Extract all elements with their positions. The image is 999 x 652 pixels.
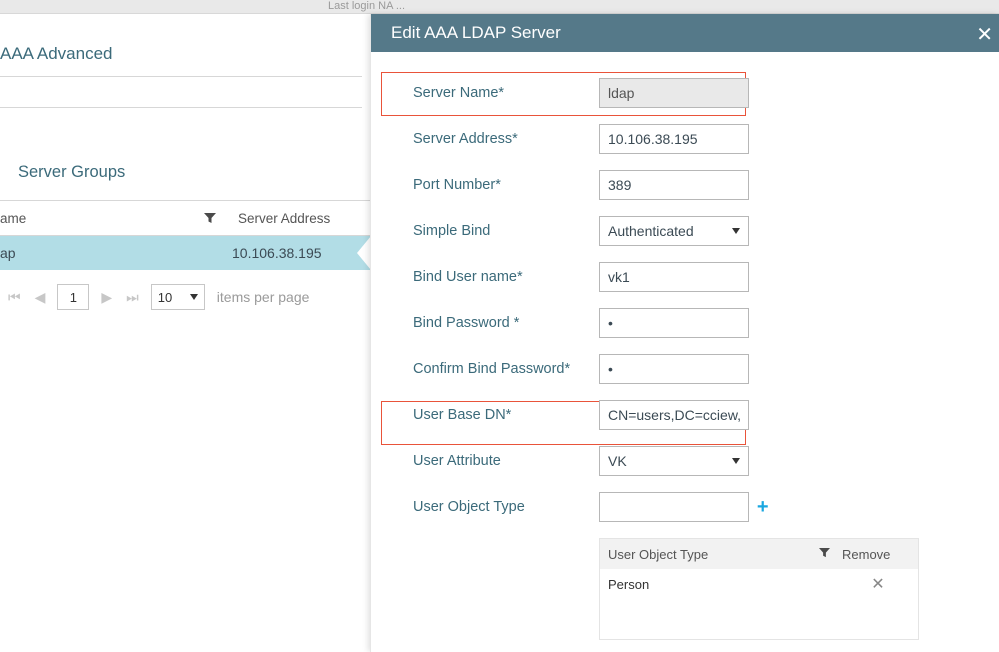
pager-size-select[interactable]: 10 (151, 284, 205, 310)
server-groups-heading: Server Groups (0, 163, 370, 182)
pager-per-page-label: items per page (217, 289, 310, 305)
row-server-address: Server Address* (413, 124, 983, 154)
dialog-title-bar: Edit AAA LDAP Server ✕ (371, 14, 999, 52)
pager-prev-icon[interactable]: ◀ (33, 289, 48, 306)
port-number-input[interactable] (599, 170, 749, 200)
base-dn-input[interactable] (599, 400, 749, 430)
simple-bind-value: Authenticated (608, 223, 694, 239)
top-bar: Last login NA ... (0, 0, 999, 14)
simple-bind-select[interactable]: Authenticated (599, 216, 749, 246)
label-base-dn: User Base DN* (413, 407, 599, 423)
ldap-form: Server Name* Server Address* Port Number… (371, 52, 999, 652)
obj-table-header: User Object Type Remove (600, 539, 918, 569)
col-name-label: ame (0, 211, 26, 226)
label-user-object-type: User Object Type (413, 499, 599, 515)
user-attribute-select[interactable]: VK (599, 446, 749, 476)
pager-size-value: 10 (158, 290, 172, 305)
row-confirm-password: Confirm Bind Password* (413, 354, 983, 384)
obj-col-type[interactable]: User Object Type (608, 547, 708, 562)
label-port-number: Port Number* (413, 177, 599, 193)
obj-row-value: Person (600, 577, 838, 592)
row-caret-icon (357, 236, 371, 270)
pager-next-icon[interactable]: ▶ (99, 289, 114, 306)
label-bind-password: Bind Password * (413, 315, 599, 331)
breadcrumb[interactable]: AAA Advanced (0, 14, 362, 77)
col-address[interactable]: Server Address (230, 211, 370, 226)
bind-username-input[interactable] (599, 262, 749, 292)
remove-row-button[interactable]: ✕ (838, 574, 918, 594)
add-object-type-button[interactable]: + (757, 496, 769, 518)
left-panel: AAA Advanced Server Groups ame Server Ad… (0, 14, 370, 652)
last-login-text: Last login NA ... (328, 0, 405, 12)
label-user-attribute: User Attribute (413, 453, 599, 469)
bind-password-input[interactable] (599, 308, 749, 338)
label-simple-bind: Simple Bind (413, 223, 599, 239)
pager-last-icon[interactable]: ⏭ (124, 289, 141, 306)
obj-col-remove: Remove (838, 547, 918, 562)
server-address-input[interactable] (599, 124, 749, 154)
row-user-attribute: User Attribute VK (413, 446, 983, 476)
label-confirm-password: Confirm Bind Password* (413, 361, 599, 377)
divider (0, 107, 362, 108)
user-attribute-value: VK (608, 453, 627, 469)
row-server-name: Server Name* (413, 78, 983, 108)
row-bind-username: Bind User name* (413, 262, 983, 292)
row-base-dn: User Base DN* (413, 400, 983, 430)
cell-address: 10.106.38.195 (232, 245, 370, 261)
dialog-title: Edit AAA LDAP Server (391, 23, 561, 43)
label-server-address: Server Address* (413, 131, 599, 147)
row-user-object-type: User Object Type + (413, 492, 983, 522)
chevron-down-icon (732, 228, 740, 234)
obj-table-row: Person ✕ (600, 569, 918, 599)
row-bind-password: Bind Password * (413, 308, 983, 338)
close-icon[interactable]: ✕ (976, 22, 993, 47)
edit-ldap-dialog: Edit AAA LDAP Server ✕ Server Name* Serv… (370, 14, 999, 652)
col-name[interactable]: ame (0, 211, 200, 226)
col-address-label: Server Address (238, 211, 330, 226)
server-name-input[interactable] (599, 78, 749, 108)
label-bind-username: Bind User name* (413, 269, 599, 285)
table-header-row: ame Server Address (0, 200, 370, 236)
pager-first-icon[interactable]: ⏮ (6, 289, 23, 306)
user-object-type-input[interactable] (599, 492, 749, 522)
chevron-down-icon (732, 458, 740, 464)
row-simple-bind: Simple Bind Authenticated (413, 216, 983, 246)
filter-icon[interactable] (204, 211, 216, 226)
user-object-type-table: User Object Type Remove Person ✕ (599, 538, 919, 640)
pager: ⏮ ◀ 1 ▶ ⏭ 10 items per page (0, 284, 370, 310)
table-row[interactable]: ap 10.106.38.195 (0, 236, 370, 270)
confirm-password-input[interactable] (599, 354, 749, 384)
cell-name: ap (0, 245, 232, 261)
chevron-down-icon (190, 294, 198, 300)
server-table: ame Server Address ap 10.106.38.195 ⏮ ◀ … (0, 200, 370, 310)
row-port-number: Port Number* (413, 170, 983, 200)
label-server-name: Server Name* (413, 85, 599, 101)
pager-page-input[interactable]: 1 (57, 284, 89, 310)
filter-icon[interactable] (819, 547, 830, 562)
